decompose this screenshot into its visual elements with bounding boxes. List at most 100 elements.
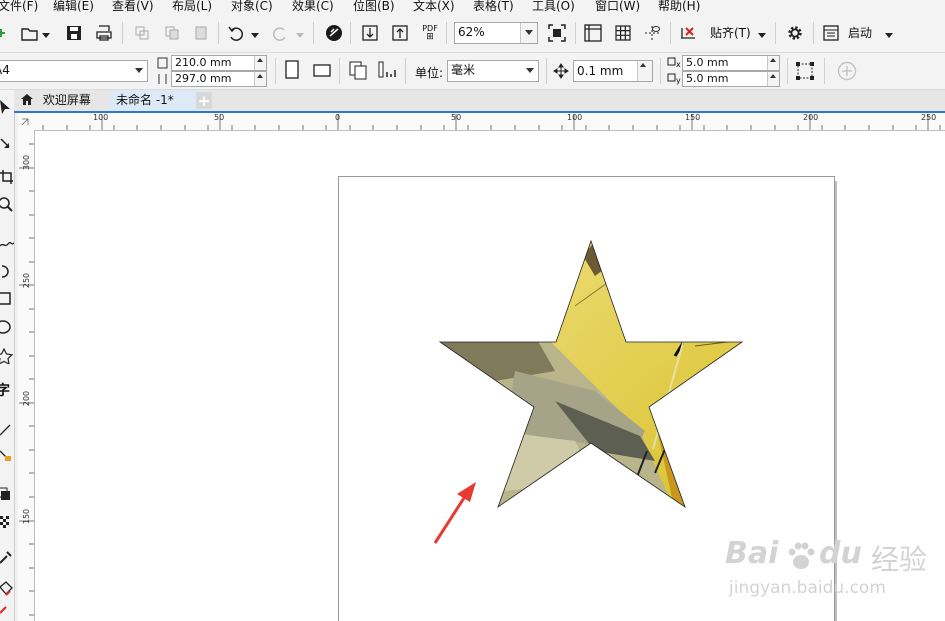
home-icon xyxy=(21,94,33,105)
menu-window[interactable]: 窗口(W) xyxy=(595,0,640,14)
launch-app-icon[interactable] xyxy=(821,23,841,43)
menu-effects[interactable]: 效果(C) xyxy=(292,0,334,14)
polygon-tool-icon[interactable] xyxy=(0,347,14,365)
snap-off-icon[interactable] xyxy=(678,23,698,43)
paper-size-combo[interactable]: A4 xyxy=(0,60,148,82)
ruler-origin[interactable] xyxy=(18,113,35,131)
watermark-product: 经验 xyxy=(871,543,928,576)
menu-object[interactable]: 对象(C) xyxy=(231,0,273,14)
property-bar: A4 210.0 mm 297.0 mm 单位: 毫米 0.1 mm x xyxy=(0,53,945,90)
units-combo[interactable]: 毫米 xyxy=(447,60,539,82)
all-pages-icon[interactable] xyxy=(348,60,368,80)
menu-table[interactable]: 表格(T) xyxy=(473,0,514,14)
zoom-tool-icon[interactable] xyxy=(0,196,14,214)
watermark-brand: Bai xyxy=(725,536,779,571)
paper-size-value: A4 xyxy=(0,63,10,77)
toolbox: 字 xyxy=(0,90,15,621)
ellipse-tool-icon[interactable] xyxy=(0,318,14,336)
nudge-distance-icon xyxy=(553,63,569,79)
watermark-brand-suffix: du xyxy=(819,536,862,571)
undo-icon[interactable] xyxy=(226,23,246,43)
parallel-dimension-tool-icon[interactable] xyxy=(0,420,14,438)
landscape-icon[interactable] xyxy=(312,60,332,80)
menu-edit[interactable]: 编辑(E) xyxy=(53,0,94,14)
zoom-dropdown-arrow[interactable] xyxy=(520,23,537,43)
new-document-icon[interactable] xyxy=(0,23,14,43)
portrait-icon[interactable] xyxy=(282,60,302,80)
show-guidelines-icon[interactable] xyxy=(642,23,662,43)
rectangle-tool-icon[interactable] xyxy=(0,290,14,308)
new-tab-button[interactable]: + xyxy=(196,92,212,110)
menu-tools[interactable]: 工具(O) xyxy=(532,0,575,14)
add-icon[interactable] xyxy=(837,61,857,81)
eyedropper-tool-icon[interactable] xyxy=(0,548,14,566)
pick-tool-icon[interactable] xyxy=(0,98,14,116)
open-recent-dropdown[interactable] xyxy=(42,33,50,38)
current-page-icon[interactable] xyxy=(377,60,397,80)
page-border-icon[interactable] xyxy=(795,61,815,81)
h-ruler-label: 100 xyxy=(567,113,583,122)
tab-welcome-label: 欢迎屏幕 xyxy=(42,93,91,107)
nudge-distance-field[interactable]: 0.1 mm xyxy=(573,60,653,82)
crop-tool-icon[interactable] xyxy=(0,168,14,186)
paste-icon[interactable] xyxy=(191,23,211,43)
drop-shadow-tool-icon[interactable] xyxy=(0,485,14,503)
menu-layout[interactable]: 布局(L) xyxy=(172,0,212,14)
full-screen-icon[interactable] xyxy=(547,23,567,43)
duplicate-distance-y-field[interactable]: 5.0 mm xyxy=(682,71,780,87)
horizontal-ruler[interactable]: 100 50 0 50 100 150 200 250 xyxy=(34,113,945,131)
v-ruler-label: 200 xyxy=(22,390,32,407)
menu-file[interactable]: 文件(F) xyxy=(0,0,38,14)
connector-tool-icon[interactable] xyxy=(0,446,14,464)
freehand-tool-icon[interactable] xyxy=(0,235,14,253)
units-dropdown-arrow[interactable] xyxy=(522,61,538,81)
launch-dropdown[interactable] xyxy=(885,33,893,38)
zoom-level-combo[interactable]: 62% xyxy=(454,22,538,44)
page-width-field[interactable]: 210.0 mm xyxy=(171,55,267,71)
shape-tool-icon[interactable] xyxy=(0,135,14,153)
transparency-tool-icon[interactable] xyxy=(0,513,14,531)
show-grid-icon[interactable] xyxy=(613,23,633,43)
paper-size-dropdown-arrow[interactable] xyxy=(131,61,147,81)
redo-dropdown[interactable] xyxy=(296,33,304,38)
search-content-icon[interactable] xyxy=(324,23,344,43)
drawing-canvas[interactable]: Bai du 经验 jingyan.baidu.com xyxy=(35,131,945,621)
show-rulers-icon[interactable] xyxy=(583,23,603,43)
save-icon[interactable] xyxy=(64,23,84,43)
text-tool-icon[interactable]: 字 xyxy=(0,381,14,399)
publish-pdf-icon[interactable]: PDF ⊞ xyxy=(420,23,440,43)
export-icon[interactable] xyxy=(390,23,410,43)
snap-to-label[interactable]: 贴齐(T) xyxy=(710,24,751,41)
h-ruler-label: 100 xyxy=(93,113,109,122)
menu-bitmap[interactable]: 位图(B) xyxy=(353,0,395,14)
undo-dropdown[interactable] xyxy=(251,33,259,38)
paw-icon xyxy=(785,540,817,579)
v-ruler-label: 150 xyxy=(22,508,32,525)
tab-document-untitled[interactable]: 未命名 -1* xyxy=(110,90,206,111)
cut-icon[interactable] xyxy=(132,23,152,43)
h-ruler-label: 250 xyxy=(921,113,937,122)
red-arrow-annotation xyxy=(433,482,476,544)
duplicate-distance-x-icon: x xyxy=(667,57,681,71)
tab-welcome-screen[interactable]: 欢迎屏幕 xyxy=(14,90,110,111)
standard-toolbar: PDF ⊞ 62% 贴齐(T) 启动 xyxy=(0,14,945,53)
menu-help[interactable]: 帮助(H) xyxy=(658,0,700,14)
snap-to-dropdown[interactable] xyxy=(758,33,766,38)
zoom-value: 62% xyxy=(458,25,485,39)
print-icon[interactable] xyxy=(94,23,114,43)
artistic-media-tool-icon[interactable] xyxy=(0,262,14,280)
import-icon[interactable] xyxy=(360,23,380,43)
launch-label[interactable]: 启动 xyxy=(848,24,872,41)
duplicate-distance-y-icon: y xyxy=(667,73,681,87)
copy-icon[interactable] xyxy=(162,23,182,43)
menu-view[interactable]: 查看(V) xyxy=(112,0,154,14)
smart-fill-tool-icon[interactable] xyxy=(0,602,14,620)
duplicate-distance-x-field[interactable]: 5.0 mm xyxy=(682,55,780,71)
redo-icon[interactable] xyxy=(270,23,290,43)
menu-text[interactable]: 文本(X) xyxy=(413,0,455,14)
vertical-ruler[interactable]: 300 250 200 150 xyxy=(18,130,35,621)
open-folder-icon[interactable] xyxy=(20,23,40,43)
options-gear-icon[interactable] xyxy=(785,23,805,43)
interactive-fill-tool-icon[interactable] xyxy=(0,580,14,598)
page-height-field[interactable]: 297.0 mm xyxy=(171,71,267,87)
